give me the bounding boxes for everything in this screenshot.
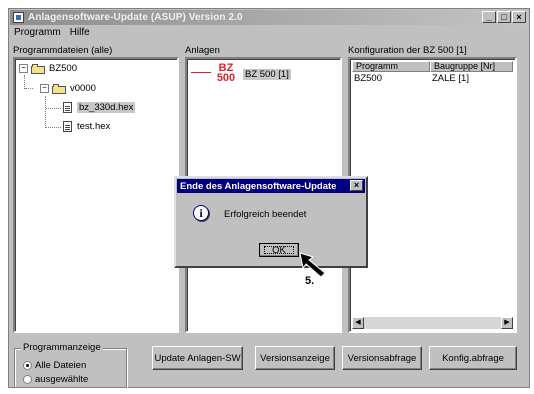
tree-file-test[interactable]: test.hex: [63, 121, 110, 132]
minimize-button[interactable]: _: [482, 11, 496, 23]
tree-file-label: test.hex: [77, 121, 111, 132]
collapse-icon[interactable]: −: [40, 84, 49, 93]
bz500-logo: BZ 500: [213, 63, 239, 85]
menu-hilfe[interactable]: Hilfe: [70, 27, 90, 40]
logo-bottom-text: 500: [216, 72, 236, 84]
folder-icon: [31, 63, 45, 74]
close-button[interactable]: ×: [512, 11, 526, 23]
tree-connector: [45, 96, 46, 128]
app-icon: [13, 12, 24, 23]
version-display-button[interactable]: Versionsanzeige: [255, 346, 335, 370]
systems-label: Anlagen: [185, 45, 220, 56]
dialog-title: Ende des Anlagensoftware-Update: [180, 180, 337, 192]
config-cell-baugruppe: ZALE [1]: [432, 73, 469, 84]
radio-selected-files[interactable]: ausgewählte: [23, 374, 88, 385]
step-number: 5.: [305, 275, 315, 287]
radio-label: ausgewählte: [35, 374, 89, 385]
file-icon: [63, 102, 72, 113]
config-cell-programm: BZ500: [354, 73, 382, 84]
tree-node-label: BZ500: [49, 63, 77, 74]
maximize-button[interactable]: □: [497, 11, 511, 23]
column-header-baugruppe[interactable]: Baugruppe [Nr]: [430, 61, 513, 72]
radio-checked-icon[interactable]: [23, 361, 32, 370]
program-files-label: Programmdateien (alle): [13, 45, 113, 56]
window-title: Anlagensoftware-Update (ASUP) Version 2.…: [28, 12, 243, 23]
program-files-tree[interactable]: − BZ500 − v0000 bz_330d.hex test.hex: [13, 57, 179, 333]
scroll-left-icon[interactable]: ◀: [352, 317, 364, 329]
menu-programm[interactable]: Programm: [14, 27, 61, 40]
tree-node-v0000[interactable]: − v0000: [40, 83, 96, 94]
collapse-icon[interactable]: −: [19, 64, 28, 73]
dialog-message: Erfolgreich beendet: [224, 209, 307, 220]
version-query-button[interactable]: Versionsabfrage: [342, 346, 422, 370]
radio-all-files[interactable]: Alle Dateien: [23, 360, 86, 371]
horizontal-scrollbar[interactable]: ◀ ▶: [352, 317, 513, 329]
dialog-close-button[interactable]: ×: [350, 180, 363, 191]
program-display-group: Programmanzeige Alle Dateien ausgewählte: [14, 342, 127, 388]
logo-line: [191, 72, 211, 73]
config-header: Programm Baugruppe [Nr]: [352, 61, 513, 72]
title-bar[interactable]: Anlagensoftware-Update (ASUP) Version 2.…: [10, 10, 528, 25]
radio-label: Alle Dateien: [35, 360, 87, 371]
tree-file-label: bz_330d.hex: [77, 102, 136, 113]
program-display-label: Programmanzeige: [21, 342, 103, 353]
config-label: Konfiguration der BZ 500 [1]: [348, 45, 467, 56]
tree-connector: [24, 75, 25, 89]
focus-rectangle: [264, 246, 294, 254]
config-row[interactable]: BZ500 ZALE [1]: [354, 73, 469, 84]
ok-button[interactable]: OK: [259, 243, 299, 257]
config-list[interactable]: Programm Baugruppe [Nr] BZ500 ZALE [1] ◀…: [348, 57, 517, 333]
config-query-button[interactable]: Konfig.abfrage: [429, 346, 517, 370]
window-controls: _ □ ×: [482, 11, 526, 23]
info-icon: i: [193, 205, 209, 221]
column-header-programm[interactable]: Programm: [352, 61, 430, 72]
system-entry-bz500[interactable]: BZ 500 [1]: [243, 69, 291, 80]
tree-file-bz-330d[interactable]: bz_330d.hex: [63, 102, 136, 113]
tree-connector: [25, 88, 33, 89]
tree-connector: [46, 108, 61, 109]
finish-dialog: Ende des Anlagensoftware-Update × i Erfo…: [174, 176, 368, 268]
file-icon: [63, 121, 72, 132]
folder-open-icon: [52, 83, 66, 94]
tree-node-label: v0000: [70, 83, 96, 94]
update-button[interactable]: Update Anlagen-SW: [152, 346, 243, 370]
dialog-title-bar[interactable]: Ende des Anlagensoftware-Update ×: [177, 179, 365, 193]
scroll-right-icon[interactable]: ▶: [501, 317, 513, 329]
menu-bar: Programm Hilfe: [11, 27, 90, 40]
tree-node-bz500[interactable]: − BZ500: [19, 63, 77, 74]
radio-unchecked-icon[interactable]: [23, 375, 32, 384]
tree-connector: [46, 127, 61, 128]
